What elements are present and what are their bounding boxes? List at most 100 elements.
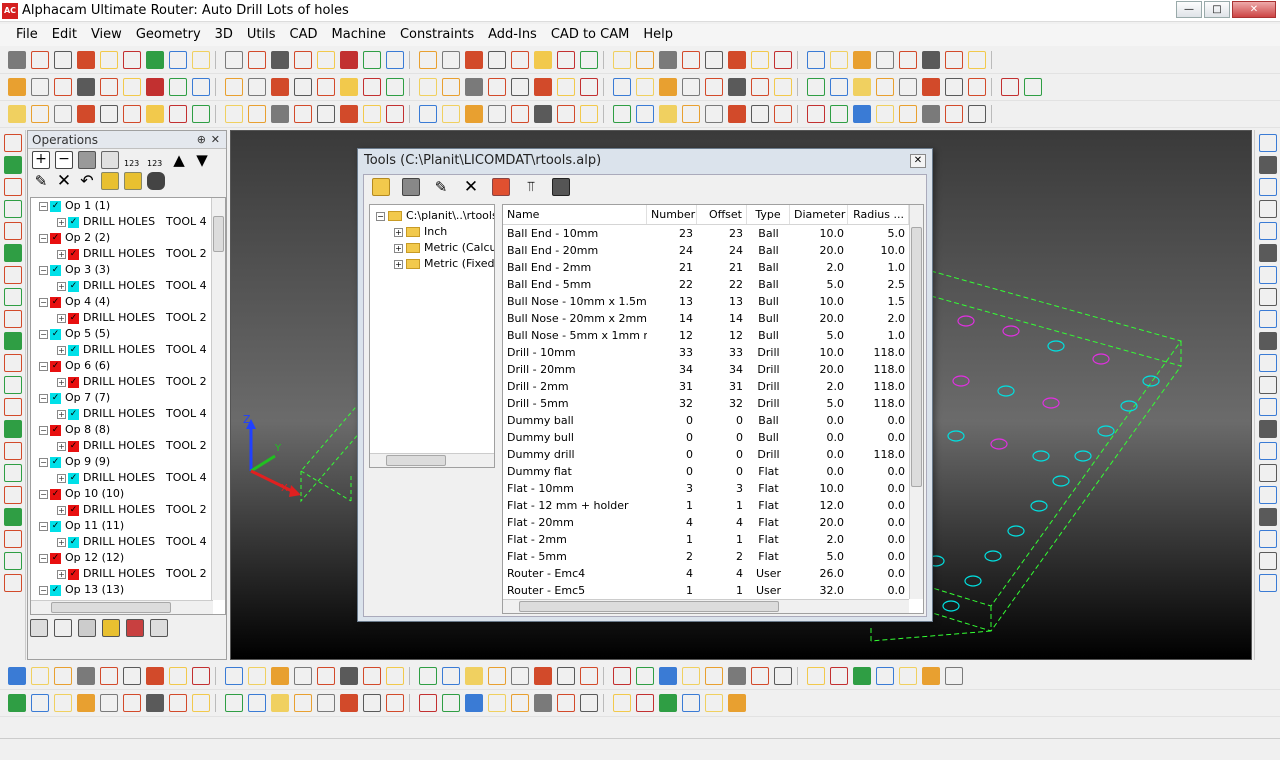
unlock-icon[interactable] xyxy=(124,172,142,190)
operation-checkbox[interactable]: ✓ xyxy=(50,328,61,340)
toolbar-tool-icon[interactable] xyxy=(682,694,700,712)
toolbar-tool-icon[interactable] xyxy=(363,51,381,69)
operation-checkbox[interactable]: ✓ xyxy=(50,584,61,596)
toolbar-tool-icon[interactable] xyxy=(580,78,598,96)
toolbar-tool-icon[interactable] xyxy=(580,694,598,712)
toolbar-tool-icon[interactable] xyxy=(4,420,22,438)
toolbar-tool-icon[interactable] xyxy=(659,694,677,712)
operation-child-row[interactable]: +✓ DRILL HOLES TOOL 4 xyxy=(31,470,225,486)
renumber-tool-icon[interactable]: 123 xyxy=(147,151,165,169)
maximize-button[interactable]: □ xyxy=(1204,1,1230,18)
operation-checkbox[interactable]: ✓ xyxy=(50,264,61,276)
toolbar-tool-icon[interactable] xyxy=(807,105,825,123)
tool-row[interactable]: Ball End - 20mm 24 24 Ball 20.0 10.0 xyxy=(503,242,923,259)
toolbar-tool-icon[interactable] xyxy=(363,667,381,685)
toolbar-tool-icon[interactable] xyxy=(1259,244,1277,262)
operation-checkbox[interactable]: ✓ xyxy=(50,360,61,372)
toolbar-tool-icon[interactable] xyxy=(682,51,700,69)
toolbar-tool-icon[interactable] xyxy=(807,78,825,96)
menu-add-ins[interactable]: Add-Ins xyxy=(482,25,543,45)
toolbar-tool-icon[interactable] xyxy=(613,667,631,685)
operation-row[interactable]: − ✓ Op 8 (8) xyxy=(31,422,225,438)
menu-edit[interactable]: Edit xyxy=(46,25,83,45)
toolbar-tool-icon[interactable] xyxy=(830,105,848,123)
toolbar-tool-icon[interactable] xyxy=(968,78,986,96)
move-up-icon[interactable]: ▲ xyxy=(170,151,188,169)
operation-checkbox[interactable]: ✓ xyxy=(68,504,79,516)
toolbar-tool-icon[interactable] xyxy=(8,694,26,712)
toolbar-tool-icon[interactable] xyxy=(511,694,529,712)
toolbar-tool-icon[interactable] xyxy=(636,694,654,712)
toolbar-tool-icon[interactable] xyxy=(4,156,22,174)
tool-row[interactable]: Flat - 20mm 4 4 Flat 20.0 0.0 xyxy=(503,514,923,531)
tool-row[interactable]: Flat - 10mm 3 3 Flat 10.0 0.0 xyxy=(503,480,923,497)
toolbar-tool-icon[interactable] xyxy=(248,694,266,712)
menu-utils[interactable]: Utils xyxy=(241,25,282,45)
toolbar-tool-icon[interactable] xyxy=(899,105,917,123)
toolbar-tool-icon[interactable] xyxy=(192,667,210,685)
toolbar-tool-icon[interactable] xyxy=(1259,178,1277,196)
renumber-icon[interactable]: 123 xyxy=(124,151,142,169)
tool-display-icon[interactable] xyxy=(552,178,570,196)
toolbar-tool-icon[interactable] xyxy=(751,105,769,123)
operations-icon[interactable] xyxy=(126,619,144,637)
toolbar-tool-icon[interactable] xyxy=(4,530,22,548)
page-icon[interactable] xyxy=(54,619,72,637)
toolbar-tool-icon[interactable] xyxy=(682,78,700,96)
operation-checkbox[interactable]: ✓ xyxy=(68,376,79,388)
toolbar-tool-icon[interactable] xyxy=(294,667,312,685)
toolbar-tool-icon[interactable] xyxy=(774,78,792,96)
toolbar-tool-icon[interactable] xyxy=(31,694,49,712)
toolbar-tool-icon[interactable] xyxy=(557,78,575,96)
toolbar-tool-icon[interactable] xyxy=(4,266,22,284)
expand-all-icon[interactable]: + xyxy=(32,151,50,169)
toolbar-tool-icon[interactable] xyxy=(853,51,871,69)
toolbar-tool-icon[interactable] xyxy=(8,105,26,123)
close-icon[interactable]: ✕ xyxy=(211,131,220,149)
toolbar-tool-icon[interactable] xyxy=(534,51,552,69)
operation-checkbox[interactable]: ✓ xyxy=(68,472,79,484)
toolbar-tool-icon[interactable] xyxy=(386,694,404,712)
toolbar-tool-icon[interactable] xyxy=(225,694,243,712)
toolbar-tool-icon[interactable] xyxy=(146,694,164,712)
toolbar-tool-icon[interactable] xyxy=(77,51,95,69)
toolbar-tool-icon[interactable] xyxy=(853,667,871,685)
toolbar-tool-icon[interactable] xyxy=(899,667,917,685)
expand-icon[interactable]: + xyxy=(57,409,66,419)
binoculars-icon[interactable] xyxy=(147,172,165,190)
toolbar-tool-icon[interactable] xyxy=(705,105,723,123)
tool-row[interactable]: Flat - 2mm 1 1 Flat 2.0 0.0 xyxy=(503,531,923,548)
toolbar-tool-icon[interactable] xyxy=(1259,288,1277,306)
toolbar-tool-icon[interactable] xyxy=(271,667,289,685)
tool-row[interactable]: Ball End - 2mm 21 21 Ball 2.0 1.0 xyxy=(503,259,923,276)
tree-expander-icon[interactable]: + xyxy=(394,227,403,237)
operation-checkbox[interactable]: ✓ xyxy=(50,200,61,212)
toolbar-tool-icon[interactable] xyxy=(8,51,26,69)
toolbar-tool-icon[interactable] xyxy=(225,667,243,685)
collapse-icon[interactable]: − xyxy=(39,425,48,435)
toolbar-tool-icon[interactable] xyxy=(968,51,986,69)
toolbar-tool-icon[interactable] xyxy=(511,78,529,96)
toolbar-tool-icon[interactable] xyxy=(100,667,118,685)
toolbar-tool-icon[interactable] xyxy=(419,694,437,712)
toolbar-tool-icon[interactable] xyxy=(4,486,22,504)
menu-3d[interactable]: 3D xyxy=(209,25,239,45)
toolbar-tool-icon[interactable] xyxy=(4,376,22,394)
toolbar-tool-icon[interactable] xyxy=(317,105,335,123)
tree-expander-icon[interactable]: + xyxy=(394,243,403,253)
menu-constraints[interactable]: Constraints xyxy=(394,25,480,45)
operation-checkbox[interactable]: ✓ xyxy=(50,520,61,532)
toolbar-tool-icon[interactable] xyxy=(442,694,460,712)
toolbar-tool-icon[interactable] xyxy=(54,105,72,123)
toolbar-tool-icon[interactable] xyxy=(294,694,312,712)
menu-geometry[interactable]: Geometry xyxy=(130,25,207,45)
tree-expander-icon[interactable]: − xyxy=(376,211,385,221)
toolbar-tool-icon[interactable] xyxy=(4,222,22,240)
operation-child-row[interactable]: + ✓ DRILL HOLES TOOL 2 xyxy=(31,566,225,582)
toolbar-tool-icon[interactable] xyxy=(4,442,22,460)
toolbar-tool-icon[interactable] xyxy=(511,51,529,69)
expand-icon[interactable]: + xyxy=(57,569,66,579)
toolbar-tool-icon[interactable] xyxy=(4,464,22,482)
toolbar-tool-icon[interactable] xyxy=(31,105,49,123)
toolbar-tool-icon[interactable] xyxy=(1259,464,1277,482)
